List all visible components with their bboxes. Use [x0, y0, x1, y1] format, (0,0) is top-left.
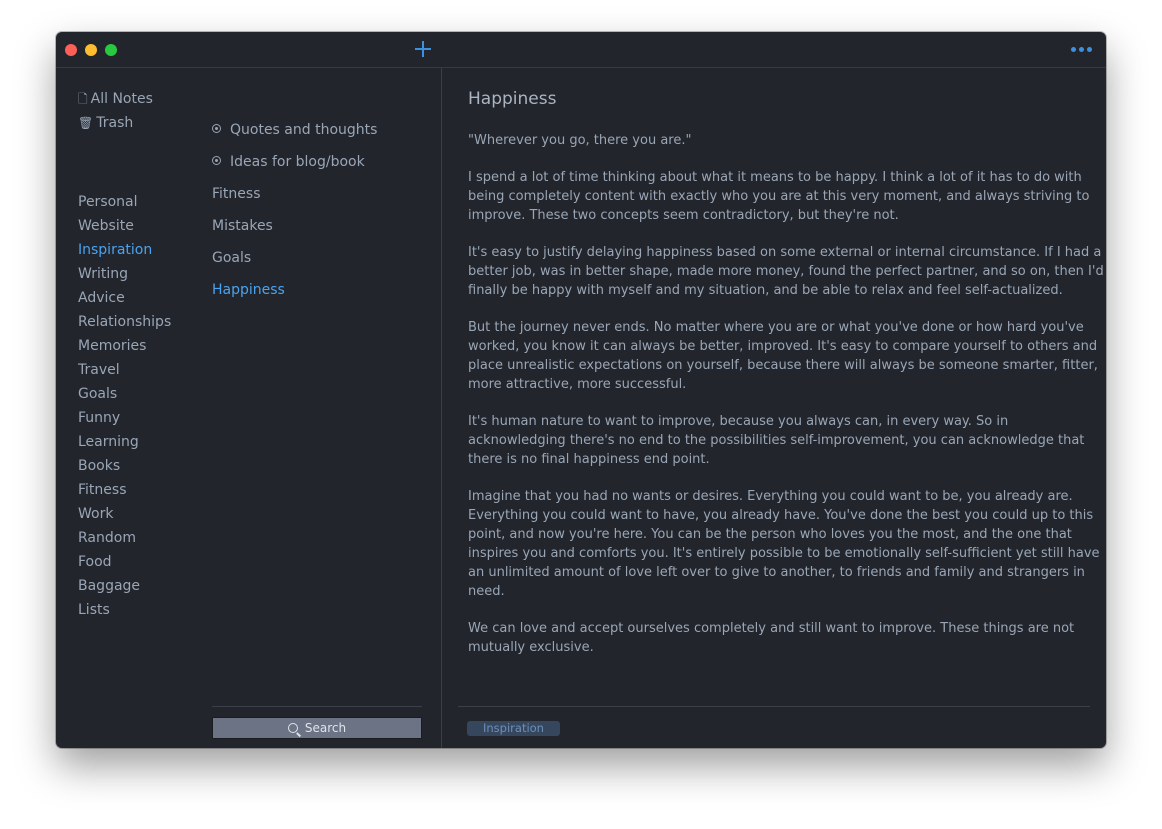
- note-paragraph: It's easy to justify delaying happiness …: [468, 245, 1104, 298]
- pin-icon: [212, 124, 221, 133]
- divider: [212, 706, 422, 707]
- sidebar-tag-work[interactable]: Work: [78, 506, 113, 522]
- title-bar: [56, 32, 1106, 68]
- note-list-item-label: Quotes and thoughts: [230, 122, 378, 138]
- note-list-item[interactable]: Quotes and thoughts: [212, 122, 377, 138]
- sidebar-tag-funny[interactable]: Funny: [78, 410, 120, 426]
- search-icon: [287, 723, 298, 733]
- divider: [458, 706, 1090, 707]
- app-window: 🗋 All Notes 🗑 Trash Personal Website Inspi…: [56, 32, 1106, 748]
- more-dot: [1087, 47, 1092, 52]
- sidebar-tag-travel[interactable]: Travel: [78, 362, 120, 378]
- note-list-item-label: Ideas for blog/book: [230, 154, 365, 170]
- sidebar-item-label: All Notes: [90, 91, 153, 107]
- note-list: Quotes and thoughts Ideas for blog/book …: [196, 68, 441, 748]
- sidebar-item-trash[interactable]: 🗑 Trash: [78, 115, 133, 131]
- note-paragraph: We can love and accept ourselves complet…: [468, 621, 1075, 655]
- note-tag-pill[interactable]: Inspiration: [467, 721, 560, 736]
- more-options-icon[interactable]: [1071, 47, 1093, 53]
- sidebar-tag-learning[interactable]: Learning: [78, 434, 139, 450]
- note-list-item[interactable]: Happiness: [212, 282, 285, 298]
- note-paragraph: I spend a lot of time thinking about wha…: [468, 170, 1090, 223]
- note-list-item[interactable]: Goals: [212, 250, 251, 266]
- sidebar-tag-fitness[interactable]: Fitness: [78, 482, 127, 498]
- search-input[interactable]: Search: [212, 717, 422, 739]
- note-list-item[interactable]: Mistakes: [212, 218, 273, 234]
- sidebar-tag-personal[interactable]: Personal: [78, 194, 138, 210]
- sidebar-tag-inspiration[interactable]: Inspiration: [78, 242, 152, 258]
- note-list-item[interactable]: Fitness: [212, 186, 261, 202]
- new-note-plus-icon[interactable]: [414, 40, 432, 58]
- note-body[interactable]: "Wherever you go, there you are." I spen…: [468, 131, 1106, 675]
- note-paragraph: Imagine that you had no wants or desires…: [468, 489, 1100, 599]
- sidebar-tag-website[interactable]: Website: [78, 218, 134, 234]
- sidebar-item-all-notes[interactable]: 🗋 All Notes: [78, 90, 153, 111]
- sidebar-tag-food[interactable]: Food: [78, 554, 112, 570]
- sidebar-tag-baggage[interactable]: Baggage: [78, 578, 140, 594]
- sidebar-tag-advice[interactable]: Advice: [78, 290, 125, 306]
- trash-icon: 🗑: [78, 116, 94, 130]
- pin-icon: [212, 156, 221, 165]
- sidebar: 🗋 All Notes 🗑 Trash Personal Website Inspi…: [56, 68, 196, 748]
- sidebar-item-label: Trash: [96, 115, 134, 131]
- note-icon: 🗋: [78, 92, 88, 106]
- search-placeholder: Search: [304, 721, 347, 735]
- sidebar-tag-goals[interactable]: Goals: [78, 386, 117, 402]
- more-dot: [1071, 47, 1076, 52]
- sidebar-tag-writing[interactable]: Writing: [78, 266, 128, 282]
- sidebar-tag-books[interactable]: Books: [78, 458, 120, 474]
- note-paragraph: "Wherever you go, there you are.": [468, 133, 692, 148]
- note-paragraph: But the journey never ends. No matter wh…: [468, 320, 1098, 392]
- note-title: Happiness: [468, 89, 557, 109]
- note-paragraph: It's human nature to want to improve, be…: [468, 414, 1085, 467]
- sidebar-tag-relationships[interactable]: Relationships: [78, 314, 171, 330]
- close-window-button[interactable]: [65, 44, 77, 56]
- sidebar-tag-lists[interactable]: Lists: [78, 602, 110, 618]
- sidebar-tag-random[interactable]: Random: [78, 530, 136, 546]
- zoom-window-button[interactable]: [105, 44, 117, 56]
- minimize-window-button[interactable]: [85, 44, 97, 56]
- note-editor[interactable]: Happiness "Wherever you go, there you ar…: [442, 68, 1106, 748]
- note-list-item[interactable]: Ideas for blog/book: [212, 154, 365, 170]
- sidebar-tag-memories[interactable]: Memories: [78, 338, 146, 354]
- more-dot: [1079, 47, 1084, 52]
